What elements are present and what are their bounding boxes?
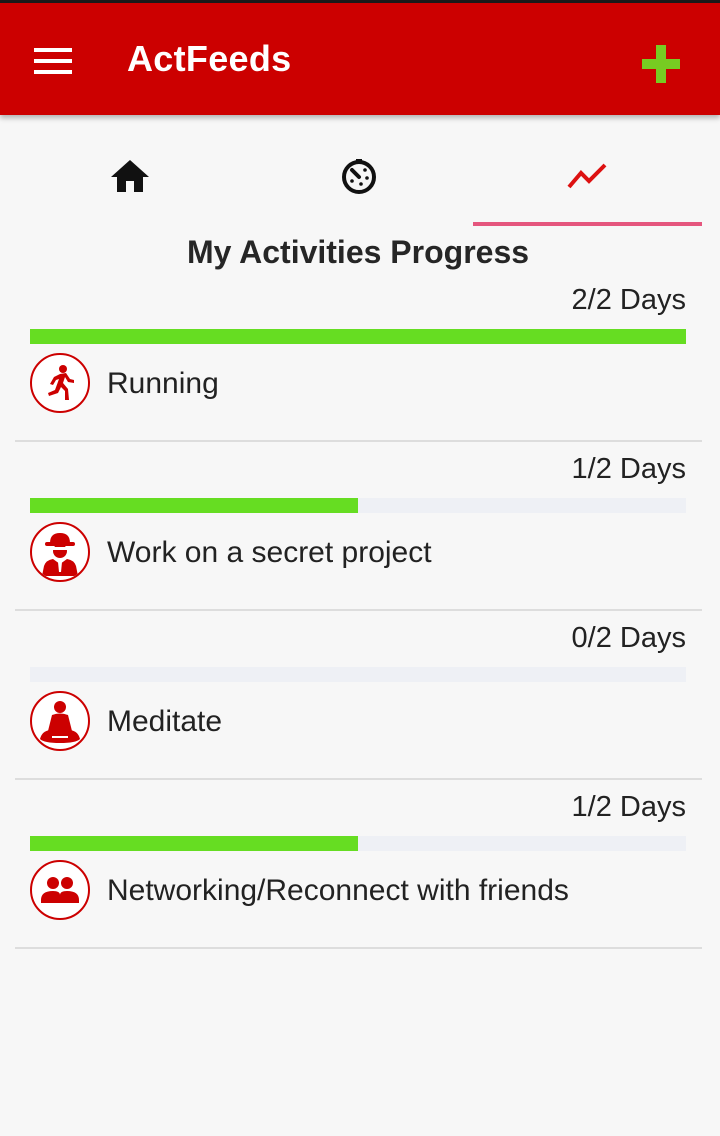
days-count: 1/2 Days [571,791,686,823]
app-bar: ActFeeds [0,3,720,115]
progress-bar [30,329,686,344]
activity-label: Meditate [107,705,223,738]
spy-icon [30,522,90,582]
activity-label: Networking/Reconnect with friends [107,874,569,907]
days-count: 2/2 Days [571,284,686,316]
tab-progress[interactable] [473,130,702,228]
hamburger-menu-icon [34,48,72,74]
activity-item-networking[interactable]: 1/2 Days Networking/Reconnect with frien… [15,779,702,949]
progress-bar [30,836,686,851]
progress-fill [30,329,686,344]
activity-label: Work on a secret project [107,536,432,569]
tab-indicator [473,222,702,226]
tab-home[interactable] [15,130,244,228]
people-icon [30,860,90,920]
app-title: ActFeeds [127,38,292,79]
progress-fill [30,498,358,513]
progress-bar [30,498,686,513]
running-icon [30,353,90,413]
menu-button[interactable] [24,31,84,91]
plus-icon [642,45,680,83]
home-icon [110,160,149,192]
timer-icon [341,159,376,194]
days-count: 1/2 Days [571,453,686,485]
progress-fill [30,836,358,851]
page-title: My Activities Progress [186,234,530,270]
activity-label: Running [107,367,219,400]
days-count: 0/2 Days [571,622,686,654]
add-button[interactable] [630,33,692,95]
activity-item-secret-project[interactable]: 1/2 Days Work on a secret project [15,441,702,611]
activity-item-meditate[interactable]: 0/2 Days Meditate [15,610,702,780]
meditate-icon [30,691,90,751]
progress-bar [30,667,686,682]
activity-item-running[interactable]: 2/2 Days Running [15,272,702,442]
tab-bar [15,130,702,228]
tab-timer[interactable] [244,130,473,228]
trending-icon [566,163,606,189]
